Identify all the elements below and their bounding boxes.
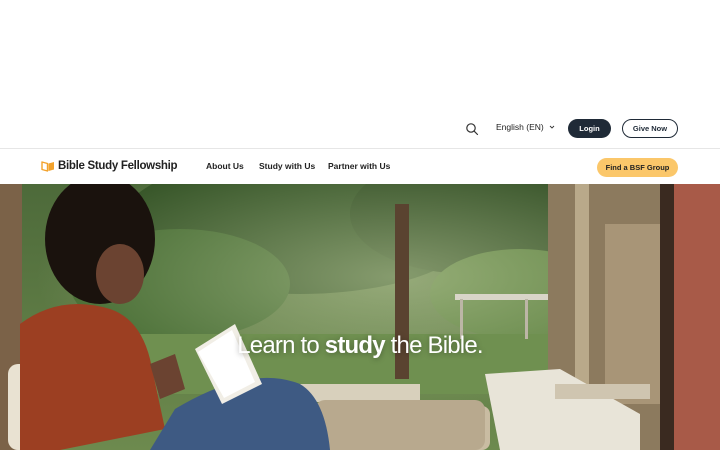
logo-text: Bible Study Fellowship — [58, 160, 178, 172]
find-bsf-group-button[interactable]: Find a BSF Group — [597, 158, 678, 177]
utility-bar: English (EN) Login Give Now — [0, 110, 720, 148]
search-icon[interactable] — [465, 122, 479, 136]
chevron-down-icon — [549, 125, 555, 129]
hero-tagline-end: the Bible. — [390, 332, 484, 359]
page: English (EN) Login Give Now Bible Study … — [0, 0, 720, 450]
give-now-button[interactable]: Give Now — [622, 119, 678, 138]
hero-tagline-emphasis: study — [324, 332, 386, 359]
hero-tagline-start: Learn to — [237, 332, 319, 359]
hero-banner: Learn to study the Bible. — [0, 184, 720, 450]
main-nav: Bible Study Fellowship About Us Study wi… — [0, 149, 720, 184]
logo[interactable]: Bible Study Fellowship — [41, 159, 178, 173]
nav-about-us[interactable]: About Us — [206, 161, 244, 171]
language-label: English (EN) — [496, 122, 544, 132]
nav-partner-with-us[interactable]: Partner with Us — [328, 161, 390, 171]
nav-study-with-us[interactable]: Study with Us — [259, 161, 315, 171]
language-select[interactable]: English (EN) — [496, 122, 555, 132]
hero-image — [0, 184, 720, 450]
open-book-icon — [41, 161, 54, 172]
hero-tagline: Learn to study the Bible. — [0, 332, 720, 360]
login-button[interactable]: Login — [568, 119, 611, 138]
top-blank-area — [0, 0, 720, 110]
